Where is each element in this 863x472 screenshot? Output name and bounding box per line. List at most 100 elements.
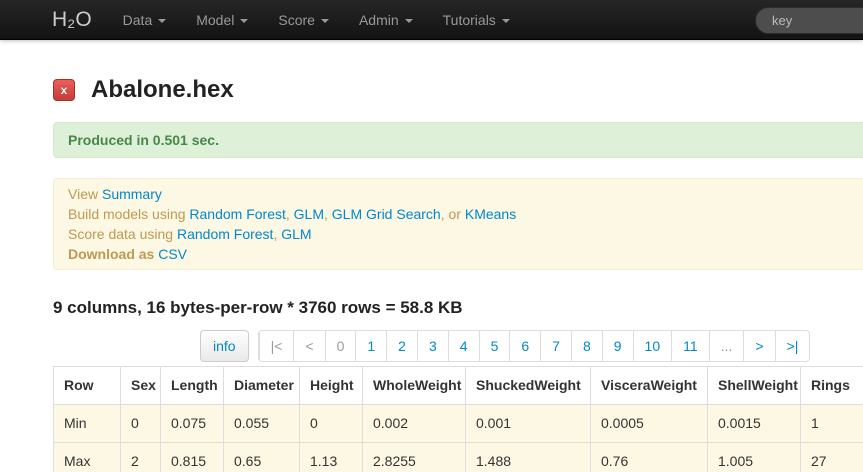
action-link[interactable]: GLM <box>294 206 324 222</box>
navbar-menu-item[interactable]: Model <box>181 0 263 40</box>
action-line-download: Download as CSV <box>68 244 863 264</box>
action-segment: View <box>68 186 102 202</box>
actions-panel: View Summary Build models using Random F… <box>53 178 863 270</box>
action-link[interactable]: Random Forest <box>177 226 273 242</box>
table-cell: 1.488 <box>465 442 591 472</box>
action-line-build-models: Build models using Random Forest, GLM, G… <box>68 204 863 224</box>
table-header-cell: Diameter <box>223 366 300 405</box>
pagination-page[interactable]: 5 <box>478 331 510 361</box>
navbar-menu-item[interactable]: Score <box>263 0 344 40</box>
pagination-page[interactable]: 0 <box>324 331 356 361</box>
table-cell: 0 <box>120 404 161 443</box>
table-header-row: Row Sex Length Diameter Height WholeWeight Shu… <box>53 366 863 405</box>
action-segment: , <box>324 206 332 222</box>
pagination-page[interactable]: 9 <box>601 331 633 361</box>
table-cell: 0.0015 <box>707 404 801 443</box>
pagination-page[interactable]: 10 <box>632 331 672 361</box>
key-search-input[interactable] <box>755 7 863 34</box>
table-cell: Min <box>53 404 121 443</box>
table-cell: 0.0005 <box>590 404 708 443</box>
action-line-view-summary: View Summary <box>68 184 863 204</box>
navbar-menu-item-label: Model <box>196 11 235 28</box>
chevron-down-icon <box>501 18 510 23</box>
action-link[interactable]: Summary <box>102 186 162 202</box>
info-button[interactable]: info <box>200 330 249 362</box>
table-cell: 1.13 <box>299 442 363 472</box>
action-segment: Build models using <box>68 206 190 222</box>
table-cell: 0.65 <box>223 442 300 472</box>
pagination-page[interactable]: 6 <box>509 331 540 361</box>
navbar-menu-item[interactable]: Data <box>108 0 182 40</box>
table-cell: 1.005 <box>707 442 801 472</box>
action-link[interactable]: CSV <box>158 246 187 262</box>
action-link[interactable]: Random Forest <box>189 206 285 222</box>
navbar-menu-item-label: Score <box>278 11 315 28</box>
action-link[interactable]: GLM Grid Search <box>332 206 441 222</box>
pagination-page[interactable]: |< <box>258 331 294 361</box>
page-title: Abalone.hex <box>91 76 234 103</box>
table-cell: Max <box>53 442 121 472</box>
table-header-cell: Rings <box>800 366 863 405</box>
table-header-cell: ShellWeight <box>707 366 801 405</box>
navbar-menu-item[interactable]: Tutorials <box>428 0 525 40</box>
table-row: Max 2 0.815 0.65 1.13 2.8255 1.488 0.76 1.005 27 <box>53 442 863 472</box>
main-content: x Abalone.hex Produced in 0.501 sec. Vie… <box>0 76 863 472</box>
navbar-menu: Data Model Score Admin Tutorials <box>108 0 525 40</box>
pagination-page[interactable]: 3 <box>416 331 448 361</box>
table-header-cell: Row <box>53 366 121 405</box>
table-row: Min 0 0.075 0.055 0 0.002 0.001 0.0005 0.0015 1 <box>53 404 863 443</box>
pagination-page[interactable]: 8 <box>570 331 602 361</box>
action-segment: , or <box>440 206 465 222</box>
chevron-down-icon <box>404 18 413 23</box>
pagination-page[interactable]: 4 <box>447 331 479 361</box>
pagination-page[interactable]: 7 <box>540 331 571 361</box>
table-summary: 9 columns, 16 bytes-per-row * 3760 rows … <box>53 298 463 317</box>
table-header-cell: Sex <box>120 366 161 405</box>
table-cell: 2.8255 <box>362 442 466 472</box>
action-segment: Score data using <box>68 226 177 242</box>
pagination-page[interactable]: 2 <box>386 331 417 361</box>
data-table: Row Sex Length Diameter Height WholeWeight Shu… <box>53 366 863 472</box>
table-cell: 0.055 <box>223 404 300 443</box>
table-header-cell: Height <box>299 366 363 405</box>
pagination-page[interactable]: > <box>743 331 774 361</box>
navbar-menu-item-label: Admin <box>358 11 399 28</box>
navbar-menu-item-label: Tutorials <box>442 11 496 28</box>
action-link[interactable]: KMeans <box>465 206 516 222</box>
top-navbar: H₂O Data Model Score Admin Tutorials key <box>0 0 863 40</box>
table-cell: 0.76 <box>590 442 708 472</box>
table-cell: 0.002 <box>362 404 466 443</box>
status-alert: Produced in 0.501 sec. <box>53 122 863 158</box>
navbar-menu-item[interactable]: Admin <box>344 0 428 40</box>
action-segment: Download as <box>68 246 159 262</box>
title-row: x Abalone.hex <box>53 76 863 104</box>
pagination-group: |< <0 1 2 3 4 5 6 7 8 9 10 11... > >| <box>257 330 811 362</box>
table-cell: 27 <box>800 442 863 472</box>
table-cell: 1 <box>800 404 863 443</box>
chevron-down-icon <box>240 18 249 23</box>
pagination-page[interactable]: < <box>293 331 324 361</box>
pagination: info |< <0 1 2 3 4 5 6 7 8 9 10 11... > >| <box>200 330 863 362</box>
action-line-score-data: Score data using Random Forest, GLM <box>68 224 863 244</box>
status-alert-text: Produced in 0.501 sec. <box>68 132 219 148</box>
table-body: Min 0 0.075 0.055 0 0.002 0.001 0.0005 0.0015 1 M… <box>53 404 863 472</box>
table-cell: 2 <box>120 442 161 472</box>
pagination-page[interactable]: >| <box>774 331 810 361</box>
app-logo[interactable]: H₂O <box>52 8 92 32</box>
pagination-page[interactable]: ... <box>708 331 744 361</box>
pagination-page[interactable]: 11 <box>671 331 709 361</box>
table-cell: 0 <box>299 404 363 443</box>
pagination-page[interactable]: 1 <box>355 331 386 361</box>
chevron-down-icon <box>158 18 167 23</box>
table-cell: 0.815 <box>160 442 224 472</box>
table-header-cell: VisceraWeight <box>590 366 708 405</box>
table-cell: 0.075 <box>160 404 224 443</box>
action-segment: , <box>285 206 294 222</box>
remove-key-button[interactable]: x <box>53 79 75 101</box>
table-header-cell: ShuckedWeight <box>465 366 591 405</box>
table-header-cell: Length <box>160 366 224 405</box>
action-link[interactable]: GLM <box>281 226 311 242</box>
chevron-down-icon <box>320 18 329 23</box>
table-header-cell: WholeWeight <box>362 366 466 405</box>
table-cell: 0.001 <box>465 404 591 443</box>
